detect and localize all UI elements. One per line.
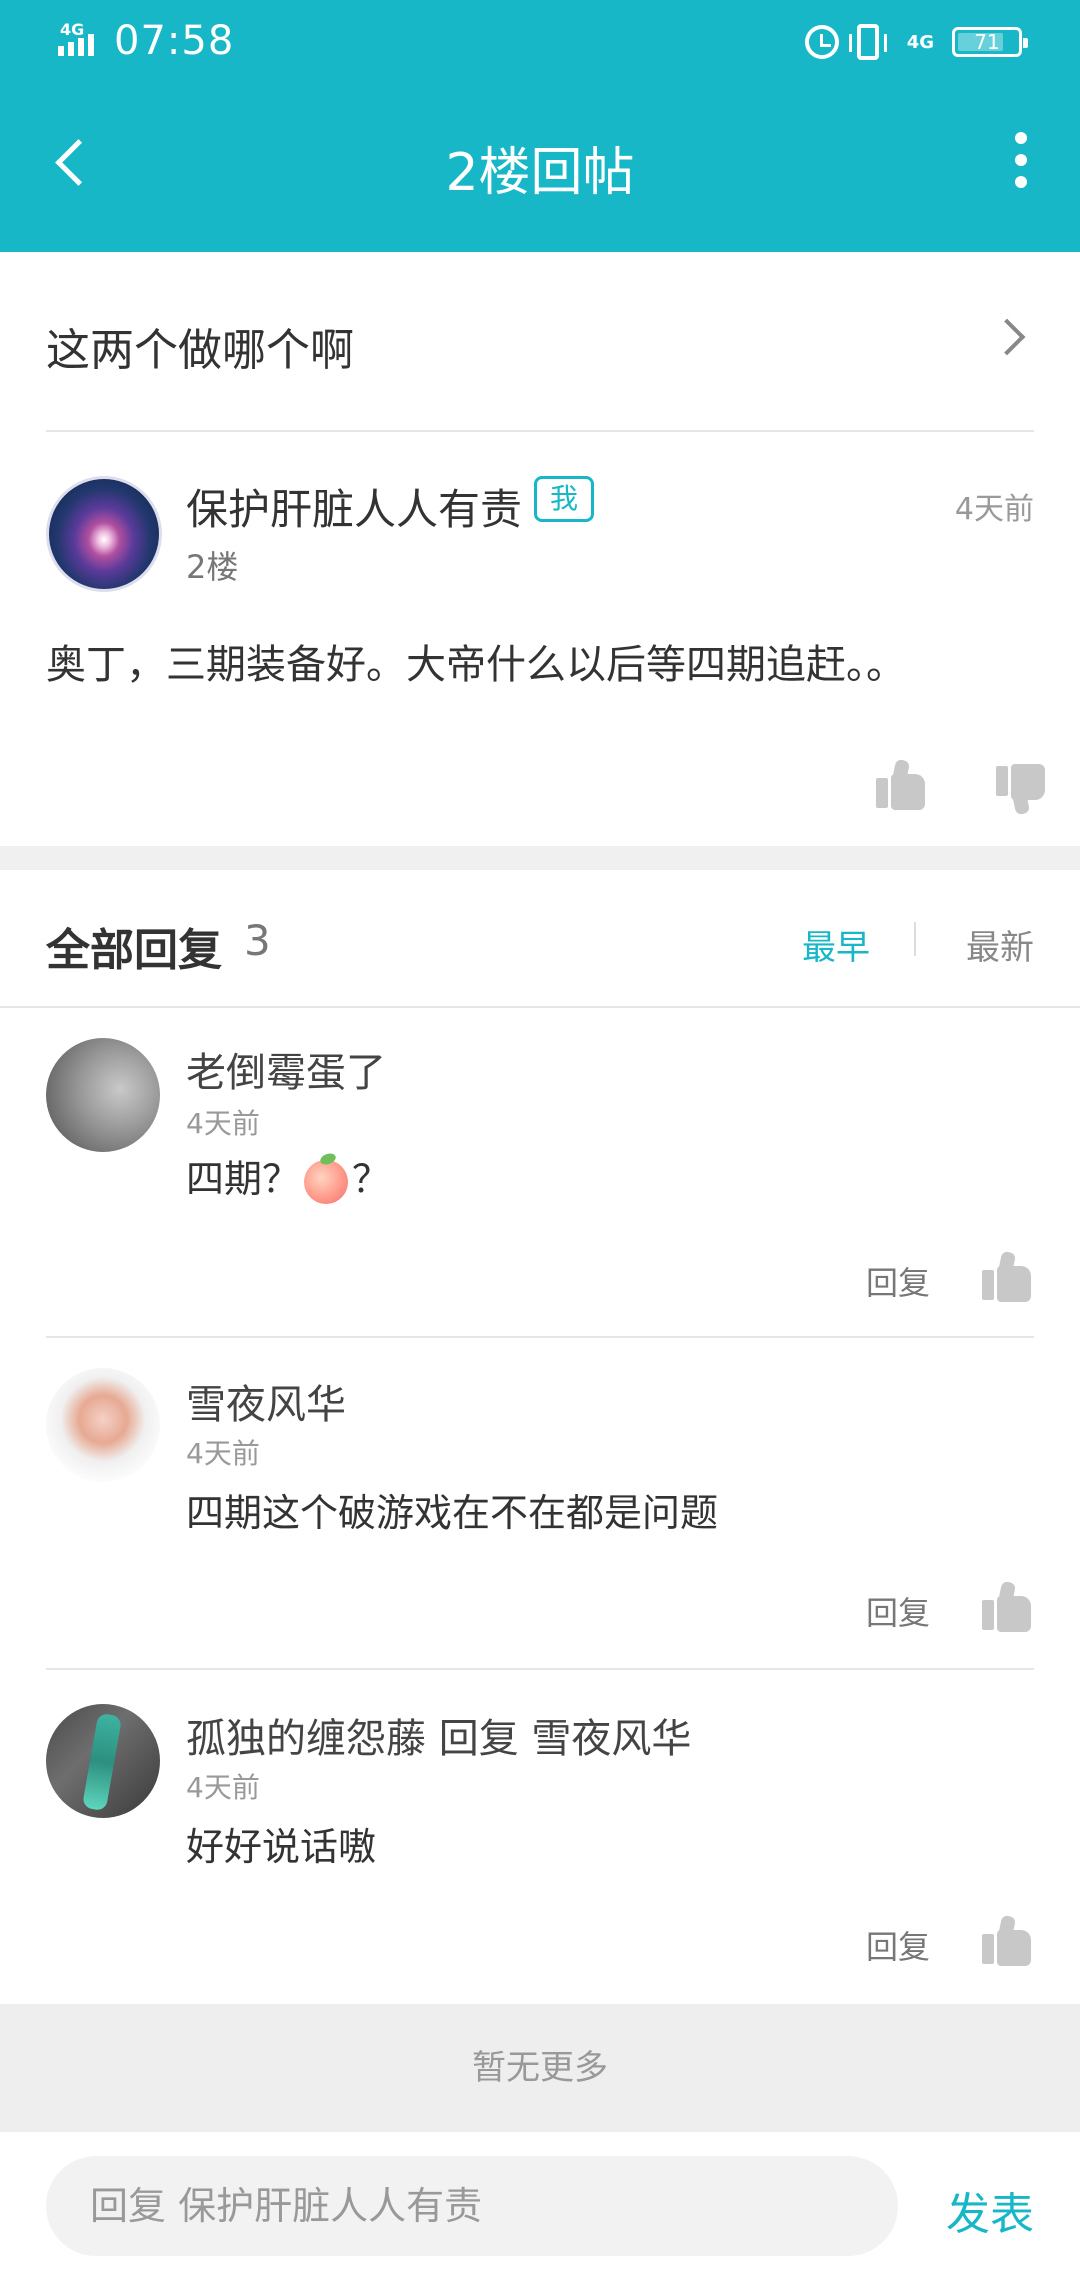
thumb-up-icon[interactable] [982, 1250, 1032, 1302]
reply-author[interactable]: 老倒霉蛋了 [186, 1040, 386, 1098]
reply-author[interactable]: 孤独的缠怨藤 回复 雪夜风华 [186, 1706, 691, 1764]
network-right-label: 4G [906, 31, 934, 53]
page-title: 2楼回帖 [445, 143, 635, 203]
peach-emoji [304, 1159, 349, 1204]
top-bar: 4G 07:58 4G 71 2楼回帖 [0, 0, 1080, 252]
reply-content: 四期？ ？ [186, 1148, 390, 1204]
reply-content: 四期这个破游戏在不在都是问题 [186, 1491, 719, 1535]
status-icons: 4G 71 [804, 20, 1028, 64]
replies-count: 3 [244, 916, 271, 965]
topic-title: 这两个做哪个啊 [46, 325, 354, 376]
thumb-up-icon[interactable] [982, 1580, 1032, 1632]
reply-button[interactable]: 回复 [866, 1258, 930, 1304]
send-button[interactable]: 发表 [946, 2178, 1034, 2242]
reply-time: 4天前 [186, 1437, 260, 1470]
sort-divider [914, 922, 916, 956]
avatar[interactable] [46, 1368, 160, 1482]
reply-author[interactable]: 雪夜风华 [186, 1372, 346, 1430]
me-badge: 我 [534, 476, 594, 522]
reply-content-text: 四期？ [186, 1157, 301, 1201]
reply-composer: 发表 [0, 2132, 1080, 2280]
vibrate-icon [848, 24, 887, 60]
reply-item: 雪夜风华 4天前 四期这个破游戏在不在都是问题 回复 [0, 1338, 1080, 1670]
replies-label: 全部回复 [46, 925, 222, 976]
post-content: 奥丁，三期装备好。大帝什么以后等四期追赶。。 [46, 642, 906, 688]
nav-bar: 2楼回帖 [0, 86, 1080, 252]
avatar[interactable] [46, 1038, 160, 1152]
topic-link[interactable]: 这两个做哪个啊 [46, 252, 1034, 432]
network-label: 4G [60, 20, 85, 39]
signal-icon: 4G [58, 20, 104, 62]
sort-earliest-button[interactable]: 最早 [802, 920, 870, 969]
reply-item: 孤独的缠怨藤 回复 雪夜风华 4天前 好好说话嗷 回复 [0, 1670, 1080, 2004]
avatar[interactable] [46, 476, 162, 592]
no-more-label: 暂无更多 [0, 2004, 1080, 2132]
more-icon[interactable] [1006, 130, 1036, 190]
sort-latest-button[interactable]: 最新 [966, 920, 1034, 969]
thumb-down-icon[interactable] [996, 764, 1046, 816]
reply-input[interactable] [46, 2156, 898, 2256]
section-gap [0, 846, 1080, 870]
avatar[interactable] [46, 1704, 160, 1818]
thumb-up-icon[interactable] [876, 758, 926, 810]
reply-item: 老倒霉蛋了 4天前 四期？ ？ 回复 [0, 1008, 1080, 1338]
replies-header: 全部回复 3 最早 最新 [0, 870, 1080, 1008]
battery-icon: 71 [952, 27, 1028, 57]
post-author[interactable]: 保护肝脏人人有责 [186, 476, 522, 537]
post-time: 4天前 [954, 492, 1034, 527]
reply-time: 4天前 [186, 1771, 260, 1804]
reply-button[interactable]: 回复 [866, 1922, 930, 1968]
chevron-right-icon [988, 318, 1026, 356]
status-bar: 4G 07:58 4G 71 [0, 0, 1080, 86]
status-time: 07:58 [114, 18, 235, 64]
alarm-icon [804, 25, 839, 59]
post-floor: 2楼 [186, 548, 239, 586]
reply-content: 好好说话嗷 [186, 1825, 377, 1869]
thumb-up-icon[interactable] [982, 1914, 1032, 1966]
battery-level: 71 [974, 30, 1000, 54]
reply-content-text-end: ？ [352, 1157, 391, 1201]
reply-time: 4天前 [186, 1107, 260, 1140]
reply-button[interactable]: 回复 [866, 1588, 930, 1634]
